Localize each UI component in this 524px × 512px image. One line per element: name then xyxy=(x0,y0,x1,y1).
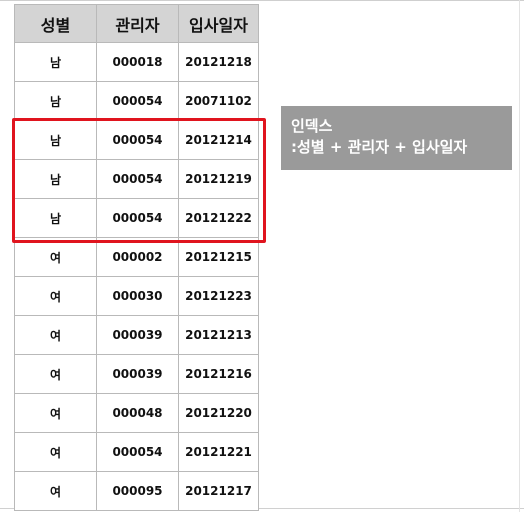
cell-gender: 남 xyxy=(14,198,97,238)
header-hire-date: 입사일자 xyxy=(178,4,259,43)
cell-gender: 여 xyxy=(14,471,97,511)
table-row: 여 000030 20121223 xyxy=(14,276,259,316)
cell-gender: 여 xyxy=(14,237,97,277)
frame-top-border xyxy=(0,0,524,1)
cell-manager: 000039 xyxy=(96,354,179,394)
table-row: 여 000054 20121221 xyxy=(14,432,259,472)
cell-gender: 여 xyxy=(14,276,97,316)
index-note-title: 인덱스 xyxy=(291,117,333,135)
table-row: 여 000039 20121213 xyxy=(14,315,259,355)
table-row: 여 000048 20121220 xyxy=(14,393,259,433)
table-row: 여 000002 20121215 xyxy=(14,237,259,277)
cell-hire-date: 20121215 xyxy=(178,237,259,277)
cell-hire-date: 20121223 xyxy=(178,276,259,316)
cell-gender: 여 xyxy=(14,393,97,433)
cell-hire-date: 20121214 xyxy=(178,120,259,160)
table-header-row: 성별 관리자 입사일자 xyxy=(14,4,259,43)
index-note-columns: :성별 + 관리자 + 입사일자 xyxy=(291,138,468,156)
cell-manager: 000039 xyxy=(96,315,179,355)
cell-hire-date: 20121222 xyxy=(178,198,259,238)
cell-manager: 000018 xyxy=(96,42,179,82)
cell-manager: 000095 xyxy=(96,471,179,511)
table-row: 여 000095 20121217 xyxy=(14,471,259,511)
index-note: 인덱스 :성별 + 관리자 + 입사일자 xyxy=(281,106,512,170)
header-manager: 관리자 xyxy=(96,4,179,43)
cell-manager: 000054 xyxy=(96,159,179,199)
cell-hire-date: 20121217 xyxy=(178,471,259,511)
cell-hire-date: 20121221 xyxy=(178,432,259,472)
table-row: 남 000054 20121214 xyxy=(14,120,259,160)
cell-manager: 000054 xyxy=(96,81,179,121)
table-row: 남 000018 20121218 xyxy=(14,42,259,82)
cell-gender: 여 xyxy=(14,354,97,394)
employee-index-table: 성별 관리자 입사일자 남 000018 20121218 남 000054 2… xyxy=(14,4,259,511)
cell-gender: 여 xyxy=(14,432,97,472)
table-row: 여 000039 20121216 xyxy=(14,354,259,394)
cell-gender: 남 xyxy=(14,81,97,121)
frame-right-border xyxy=(519,0,520,512)
cell-manager: 000054 xyxy=(96,198,179,238)
cell-gender: 여 xyxy=(14,315,97,355)
cell-hire-date: 20121216 xyxy=(178,354,259,394)
cell-hire-date: 20121218 xyxy=(178,42,259,82)
cell-hire-date: 20121219 xyxy=(178,159,259,199)
cell-manager: 000002 xyxy=(96,237,179,277)
cell-hire-date: 20071102 xyxy=(178,81,259,121)
table-row: 남 000054 20121219 xyxy=(14,159,259,199)
cell-manager: 000054 xyxy=(96,432,179,472)
cell-manager: 000054 xyxy=(96,120,179,160)
cell-hire-date: 20121213 xyxy=(178,315,259,355)
header-gender: 성별 xyxy=(14,4,97,43)
cell-gender: 남 xyxy=(14,159,97,199)
table-row: 남 000054 20071102 xyxy=(14,81,259,121)
cell-gender: 남 xyxy=(14,42,97,82)
cell-hire-date: 20121220 xyxy=(178,393,259,433)
table-row: 남 000054 20121222 xyxy=(14,198,259,238)
cell-gender: 남 xyxy=(14,120,97,160)
cell-manager: 000030 xyxy=(96,276,179,316)
cell-manager: 000048 xyxy=(96,393,179,433)
